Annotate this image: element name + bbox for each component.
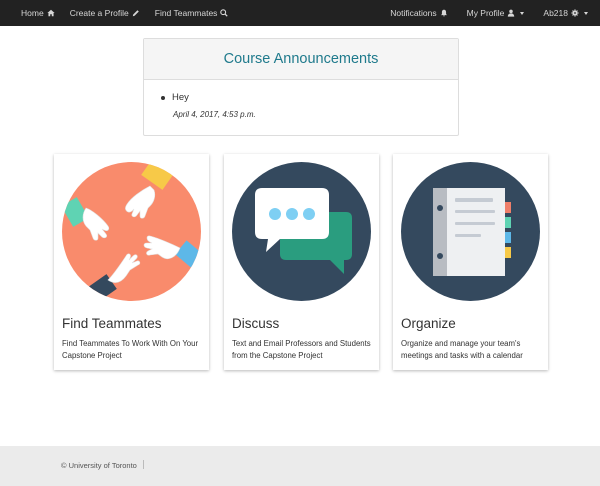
nav-account-dropdown[interactable]: Ab218 xyxy=(543,8,588,18)
nav-home-label: Home xyxy=(21,8,44,18)
notebook-icon xyxy=(401,162,540,301)
card-title: Find Teammates xyxy=(62,316,162,331)
nav-find-teammates-link[interactable]: Find Teammates xyxy=(155,8,229,18)
card-description: Text and Email Professors and Students f… xyxy=(232,339,371,360)
announcements-title: Course Announcements xyxy=(223,51,379,67)
announcement-text: Hey xyxy=(172,92,189,103)
bell-icon xyxy=(440,9,447,17)
nav-my-profile-label: My Profile xyxy=(466,8,505,18)
nav-my-profile-dropdown[interactable]: My Profile xyxy=(467,8,525,18)
hands-teamwork-icon xyxy=(62,162,201,301)
caret-down-icon xyxy=(520,11,525,15)
user-icon xyxy=(508,9,515,17)
card-find-teammates[interactable]: Find Teammates Find Teammates To Work Wi… xyxy=(54,154,209,370)
card-organize[interactable]: Organize Organize and manage your team's… xyxy=(393,154,548,370)
bullet-icon xyxy=(161,95,165,100)
chat-bubbles-icon xyxy=(232,162,371,301)
card-title: Discuss xyxy=(232,316,280,331)
gear-icon xyxy=(571,9,579,17)
nav-account-label: Ab218 xyxy=(543,8,568,18)
nav-home-link[interactable]: Home xyxy=(21,8,55,18)
card-title: Organize xyxy=(401,316,456,331)
top-navbar: Home Create a Profile Find Teammates Not… xyxy=(0,0,600,26)
pencil-icon xyxy=(132,10,139,17)
caret-down-icon xyxy=(584,11,588,15)
announcements-header: Course Announcements xyxy=(144,39,458,80)
card-discuss[interactable]: Discuss Text and Email Professors and St… xyxy=(224,154,379,370)
footer-copyright: © University of Toronto xyxy=(61,460,144,470)
announcements-panel: Course Announcements Hey April 4, 2017, … xyxy=(143,38,459,136)
announcement-item: Hey xyxy=(161,92,458,103)
nav-create-profile-link[interactable]: Create a Profile xyxy=(70,8,140,18)
footer: © University of Toronto xyxy=(0,446,600,486)
announcement-date: April 4, 2017, 4:53 p.m. xyxy=(173,110,256,119)
navbar-right: Notifications My Profile Ab218 xyxy=(371,0,600,26)
search-icon xyxy=(220,9,229,17)
home-icon xyxy=(47,9,55,17)
nav-create-profile-label: Create a Profile xyxy=(69,8,129,18)
nav-notifications-link[interactable]: Notifications xyxy=(390,8,447,18)
nav-find-teammates-label: Find Teammates xyxy=(154,8,218,18)
card-description: Find Teammates To Work With On Your Caps… xyxy=(62,339,199,360)
navbar-left: Home Create a Profile Find Teammates xyxy=(0,0,243,26)
announcements-list: Hey April 4, 2017, 4:53 p.m. xyxy=(144,80,458,119)
card-description: Organize and manage your team's meetings… xyxy=(401,339,523,360)
nav-notifications-label: Notifications xyxy=(390,8,437,18)
